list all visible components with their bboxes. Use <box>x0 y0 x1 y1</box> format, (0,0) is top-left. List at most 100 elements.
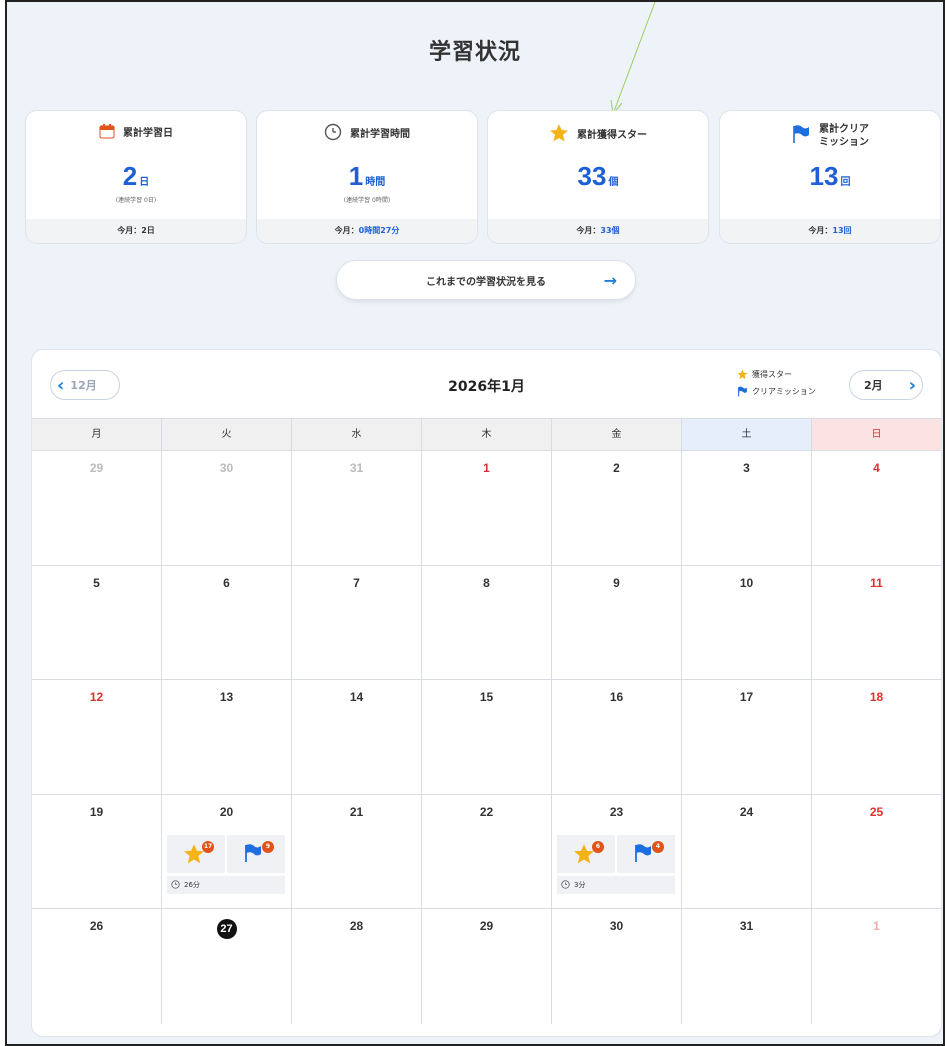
flag-badge: 9 <box>227 834 285 873</box>
flag-icon <box>738 386 747 397</box>
stat-label: 累計学習時間 <box>350 128 410 140</box>
clock-icon <box>561 880 570 889</box>
calendar-week: 26 27 28 29 30 31 1 <box>32 909 941 1024</box>
today-marker: 27 <box>216 919 237 939</box>
calendar-day[interactable]: 1 <box>812 909 941 1024</box>
calendar-day[interactable]: 3 <box>682 451 812 565</box>
stat-value: 13 回 <box>809 161 851 191</box>
flag-icon <box>635 843 651 862</box>
weekday-mon: 月 <box>32 419 162 450</box>
flag-icon <box>791 124 811 148</box>
calendar-day[interactable]: 28 <box>292 909 422 1024</box>
stat-value: 2日 <box>122 161 150 191</box>
calendar-day[interactable]: 22 <box>422 794 552 908</box>
calendar-day-active[interactable]: 23 6 4 3分 <box>552 794 682 908</box>
next-month-button[interactable]: 2月 › <box>849 370 923 400</box>
day-badges: 17 9 <box>167 834 285 873</box>
stat-label: 累計獲得スター <box>577 129 647 141</box>
calendar-day-active[interactable]: 20 17 9 26分 <box>162 794 292 908</box>
calendar-week: 29 30 31 1 2 3 4 <box>32 451 941 566</box>
stat-value: 1 時間 <box>348 161 386 191</box>
calendar-day[interactable]: 24 <box>682 794 812 908</box>
calendar-day[interactable]: 17 <box>682 680 812 794</box>
star-count: 17 <box>202 840 214 853</box>
page-title: 学習状況 <box>428 40 521 65</box>
calendar-day[interactable]: 5 <box>32 565 162 679</box>
stat-card-study-days: 累計学習日 2日 (連続学習 0日) 今月：2日 <box>25 110 247 244</box>
stat-sub: (連続学習 0時間) <box>343 197 391 204</box>
calendar-day[interactable]: 19 <box>32 794 162 908</box>
calendar-day[interactable]: 30 <box>162 451 292 565</box>
flag-badge: 4 <box>617 834 675 873</box>
calendar-day[interactable]: 29 <box>32 451 162 565</box>
stat-footer: 今月：0時間27分 <box>257 219 477 243</box>
calendar-day[interactable]: 10 <box>682 565 812 679</box>
calendar-grid: 月 火 水 木 金 土 日 29 30 31 1 2 3 4 5 6 7 8 9… <box>32 418 941 1024</box>
stat-label: 累計クリア ミッション <box>819 124 869 148</box>
stat-value: 33 個 <box>577 161 619 191</box>
clock-icon <box>324 123 342 145</box>
calendar-week: 19 20 17 9 26分 21 22 23 6 4 3分 24 25 <box>32 794 941 909</box>
flag-icon <box>245 843 261 862</box>
calendar-day[interactable]: 9 <box>552 565 682 679</box>
calendar-day[interactable]: 31 <box>292 451 422 565</box>
weekday-thu: 木 <box>422 419 552 450</box>
calendar-day[interactable]: 6 <box>162 565 292 679</box>
legend-flag-label: クリアミッション <box>752 387 816 396</box>
flag-count: 9 <box>262 840 274 853</box>
clock-icon <box>171 880 180 889</box>
star-count: 6 <box>592 840 604 853</box>
stat-footer: 今月：33個 <box>488 219 708 243</box>
calendar-day[interactable]: 2 <box>552 451 682 565</box>
weekday-wed: 水 <box>292 419 422 450</box>
legend-star-label: 獲得スター <box>752 370 792 379</box>
arrow-right-icon: → <box>603 271 617 290</box>
calendar-day[interactable]: 12 <box>32 680 162 794</box>
weekday-tue: 火 <box>162 419 292 450</box>
calendar-day[interactable]: 14 <box>292 680 422 794</box>
calendar-day[interactable]: 8 <box>422 565 552 679</box>
calendar-day[interactable]: 18 <box>812 680 941 794</box>
weekday-header: 月 火 水 木 金 土 日 <box>32 418 941 451</box>
stat-card-stars: 累計獲得スター 33 個 今月：33個 <box>487 110 709 244</box>
stat-card-study-time: 累計学習時間 1 時間 (連続学習 0時間) 今月：0時間27分 <box>256 110 478 244</box>
stat-sub: (連続学習 0日) <box>115 197 157 204</box>
stat-label: 累計学習日 <box>123 127 173 139</box>
calendar-day[interactable]: 26 <box>32 909 162 1024</box>
calendar-day[interactable]: 7 <box>292 565 422 679</box>
page-frame: 学習状況 累計学習日 2日 (連続学習 0日) 今月：2日 累計学習時間 1 時間… <box>5 0 945 1046</box>
star-icon <box>737 369 748 380</box>
calendar-panel: ‹ 12月 2026年1月 獲得スター クリアミッション 2月 › 月 火 水 … <box>31 349 942 1037</box>
calendar-day-today[interactable]: 27 <box>162 909 292 1024</box>
calendar-day[interactable]: 21 <box>292 794 422 908</box>
stats-row: 累計学習日 2日 (連続学習 0日) 今月：2日 累計学習時間 1 時間 (連続学… <box>25 110 941 244</box>
calendar-day[interactable]: 11 <box>812 566 941 680</box>
stat-card-missions: 累計クリア ミッション 13 回 今月：13回 <box>719 110 941 244</box>
view-history-label: これまでの学習状況を見る <box>426 276 546 288</box>
study-time: 3分 <box>557 875 675 894</box>
calendar-day[interactable]: 16 <box>552 680 682 794</box>
stat-footer: 今月：2日 <box>26 219 246 243</box>
calendar-day[interactable]: 25 <box>812 795 941 909</box>
flag-count: 4 <box>652 840 664 853</box>
weekday-sat: 土 <box>682 419 812 450</box>
day-badges: 6 4 <box>557 834 675 873</box>
star-badge: 6 <box>557 834 615 873</box>
calendar-day[interactable]: 15 <box>422 680 552 794</box>
next-month-label: 2月 <box>864 379 883 392</box>
calendar-day[interactable]: 30 <box>552 909 682 1024</box>
calendar-day[interactable]: 31 <box>682 909 812 1024</box>
star-badge: 17 <box>167 834 225 873</box>
stat-footer: 今月：13回 <box>720 219 940 243</box>
calendar-legend: 獲得スター クリアミッション <box>737 366 816 400</box>
weekday-sun: 日 <box>812 419 941 450</box>
calendar-day[interactable]: 13 <box>162 680 292 794</box>
calendar-day[interactable]: 1 <box>422 451 552 565</box>
view-history-button[interactable]: これまでの学習状況を見る → <box>336 260 636 300</box>
star-icon <box>549 123 569 147</box>
calendar-icon <box>99 123 115 143</box>
weekday-fri: 金 <box>552 419 682 450</box>
chevron-right-icon: › <box>908 374 916 396</box>
calendar-day[interactable]: 4 <box>812 451 941 565</box>
calendar-day[interactable]: 29 <box>422 909 552 1024</box>
